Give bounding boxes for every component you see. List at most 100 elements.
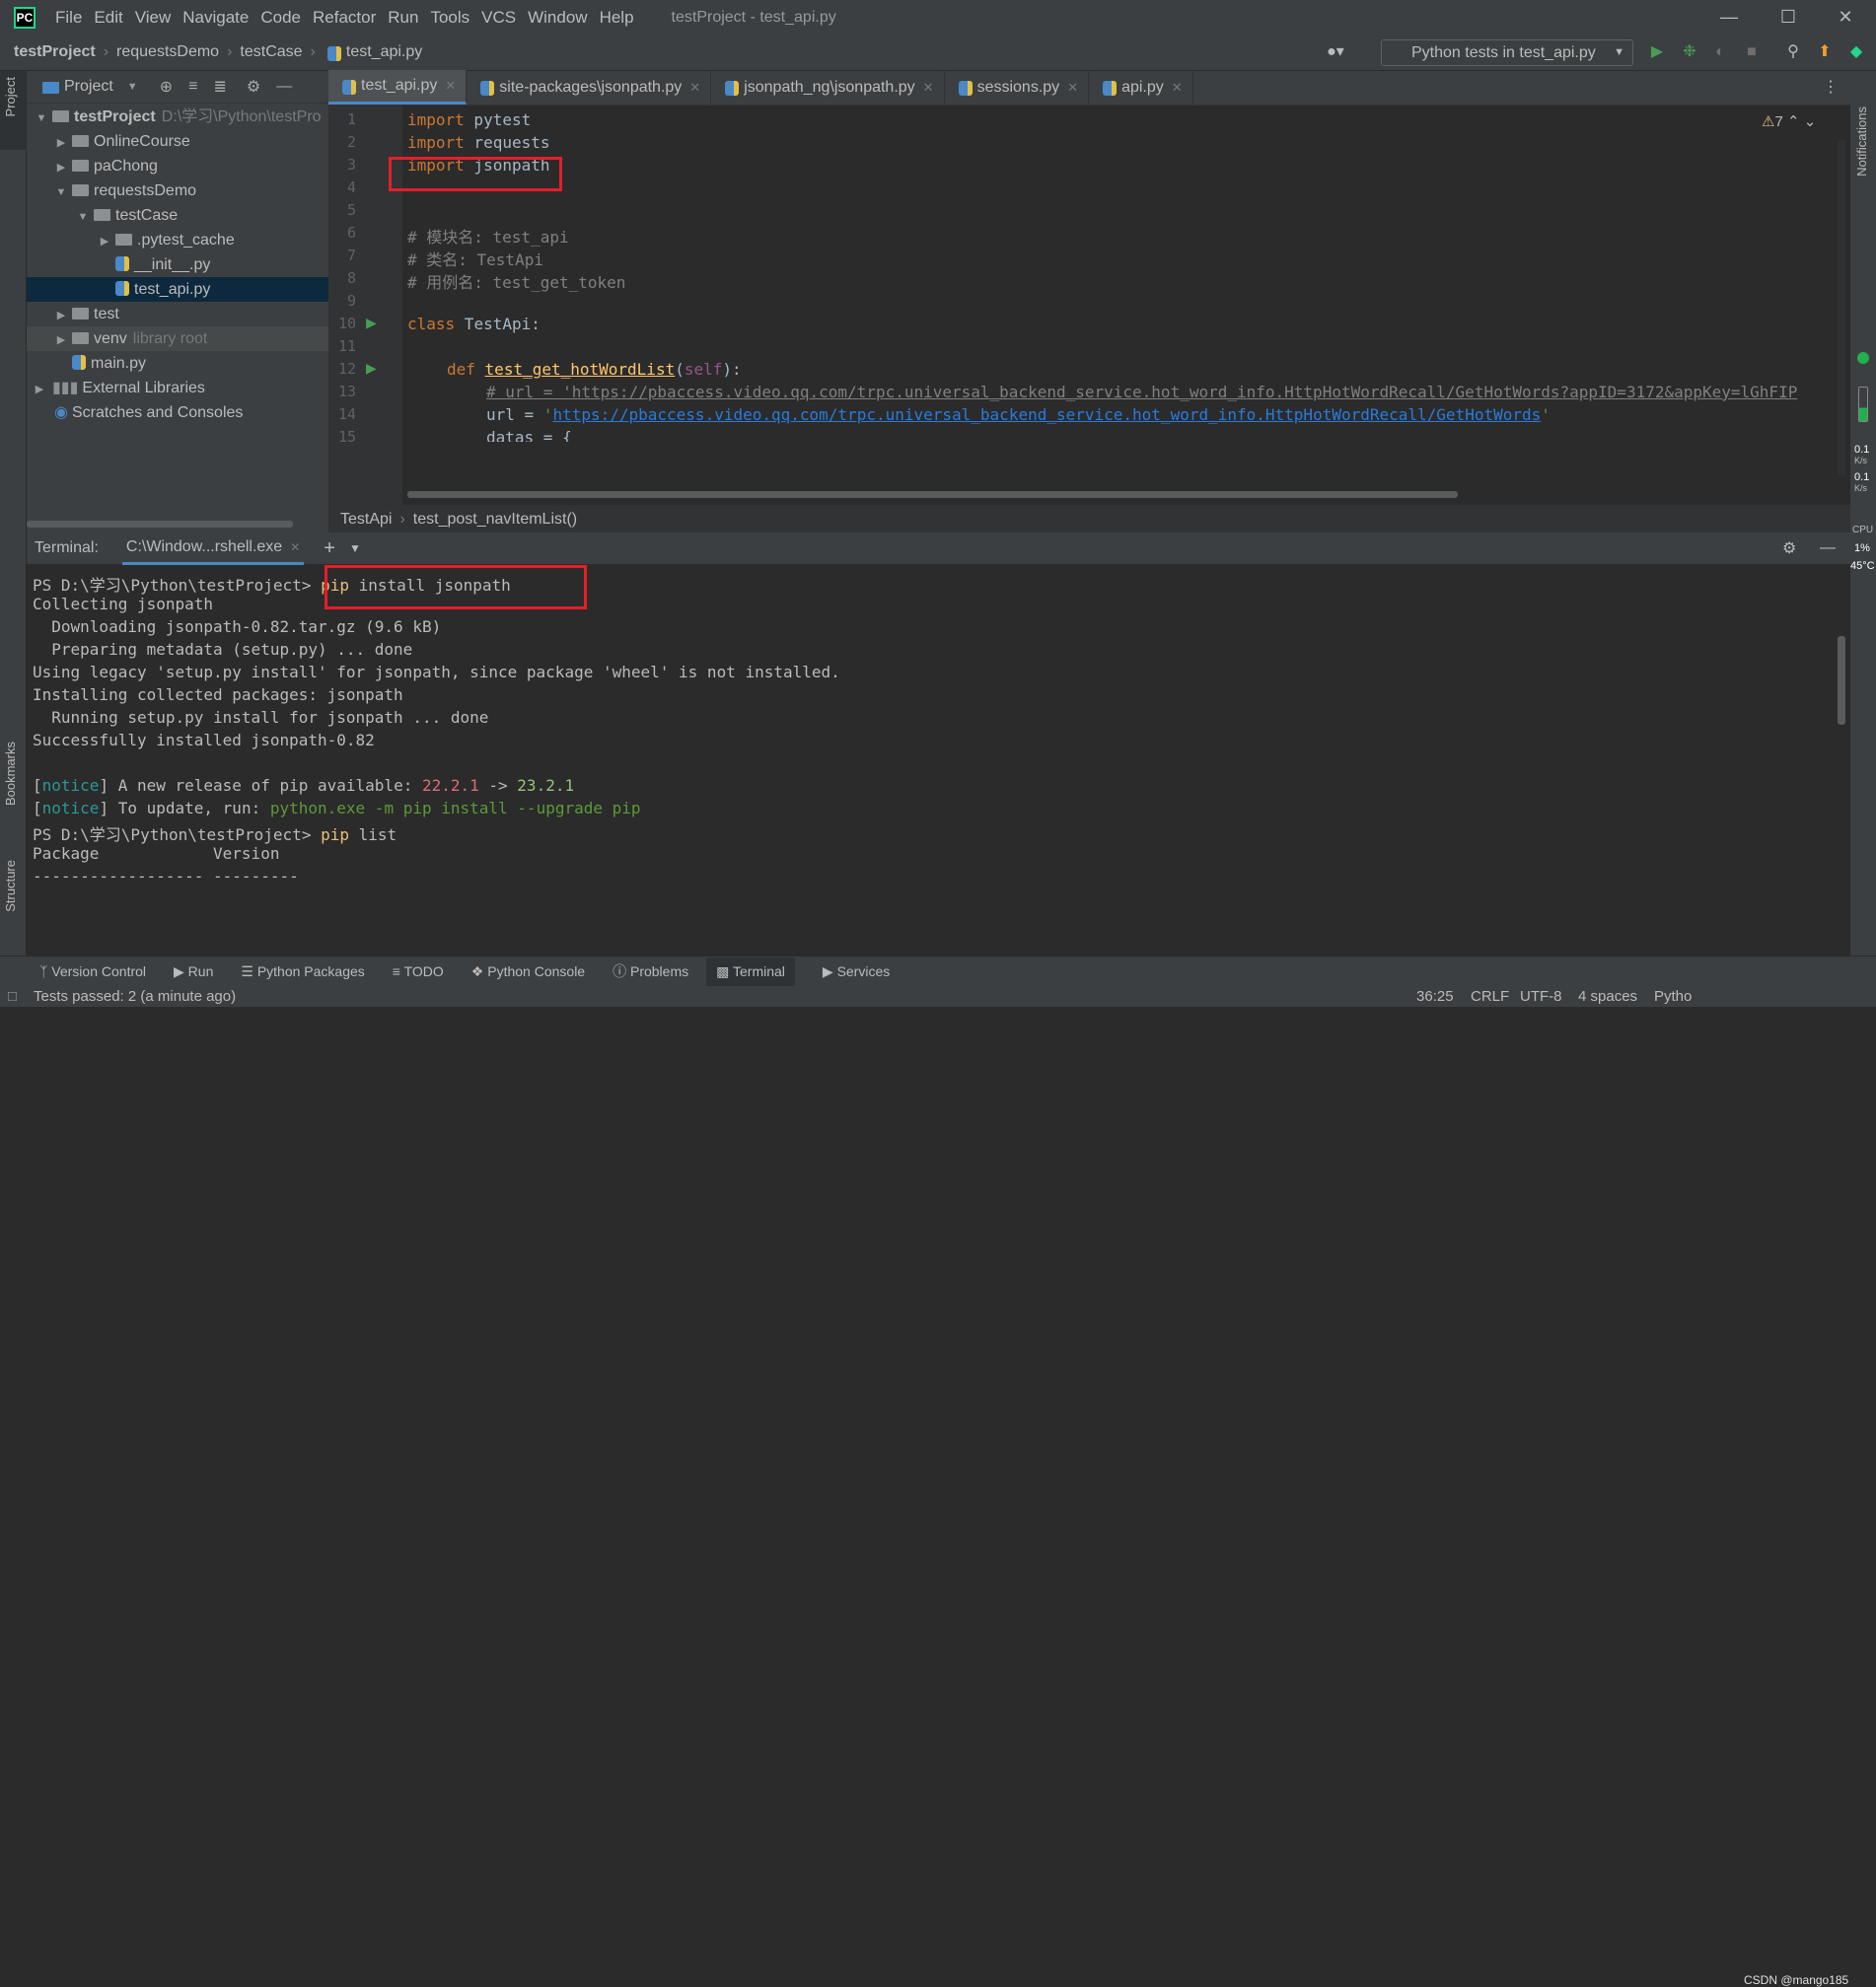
tool-problems[interactable]: ⓘ Problems: [613, 961, 688, 981]
tree-item-onlinecourse[interactable]: ▶ OnlineCourse: [27, 129, 328, 154]
tree-item-requestsdemo[interactable]: ▼ requestsDemo: [27, 178, 328, 203]
breadcrumb-requestsdemo[interactable]: requestsDemo: [116, 43, 219, 61]
file-encoding[interactable]: UTF-8: [1520, 986, 1562, 1007]
tree-item-test[interactable]: ▶ test: [27, 302, 328, 326]
run-icon[interactable]: ▶: [1647, 42, 1667, 62]
menu-view[interactable]: View: [129, 8, 178, 28]
chevron-down-icon[interactable]: ⌄: [1804, 113, 1817, 130]
tab-jsonpath-ng[interactable]: jsonpath_ng\jsonpath.py ✕: [711, 70, 945, 105]
run-configuration-select[interactable]: Python tests in test_api.py ▼: [1381, 39, 1633, 66]
chevron-right-icon[interactable]: ▶: [54, 156, 68, 178]
warning-count[interactable]: ⚠7 ⌃ ⌄: [1762, 112, 1816, 130]
close-tab-icon[interactable]: ✕: [689, 80, 700, 96]
tab-sessions[interactable]: sessions.py ✕: [945, 70, 1090, 105]
collapse-all-icon[interactable]: ≣: [213, 77, 226, 97]
add-icon[interactable]: +: [324, 537, 335, 560]
chevron-down-icon[interactable]: ▼: [35, 106, 48, 129]
more-tabs-icon[interactable]: ⋮: [1823, 77, 1839, 97]
run-gutter-icon[interactable]: ▶: [366, 315, 377, 331]
tree-item-testproject[interactable]: ▼ testProject D:\学习\Python\testPro: [27, 105, 328, 129]
tool-run[interactable]: ▶ Run: [174, 963, 213, 980]
tree-item-pachong[interactable]: ▶ paChong: [27, 154, 328, 178]
tree-item-init[interactable]: __init__.py: [27, 252, 328, 277]
editor-horizontal-scrollbar[interactable]: [407, 491, 1458, 498]
tab-test-api[interactable]: test_api.py ✕: [328, 70, 468, 105]
chevron-down-icon[interactable]: ▼: [76, 205, 90, 228]
notifications-tool-tab[interactable]: Notifications: [1854, 106, 1869, 177]
chevron-right-icon[interactable]: ▶: [54, 304, 68, 326]
coverage-icon[interactable]: ◐: [1710, 42, 1730, 62]
debug-icon[interactable]: ❉: [1680, 42, 1699, 62]
tool-todo[interactable]: ≡ TODO: [393, 963, 444, 979]
chevron-right-icon[interactable]: ▶: [98, 230, 111, 252]
menu-help[interactable]: Help: [594, 8, 640, 28]
locate-icon[interactable]: ⊕: [160, 77, 173, 97]
tree-item-main[interactable]: main.py: [27, 351, 328, 376]
gear-icon[interactable]: ⚙: [1782, 538, 1796, 558]
terminal-tab[interactable]: C:\Window...rshell.exe ✕: [121, 532, 305, 565]
chevron-right-icon[interactable]: ▶: [54, 131, 68, 154]
tool-services[interactable]: ▶ Services: [823, 963, 890, 980]
expand-all-icon[interactable]: ≡: [188, 78, 197, 96]
search-icon[interactable]: ⚲: [1783, 42, 1803, 62]
chevron-down-icon[interactable]: ▼: [54, 180, 68, 203]
close-tab-icon[interactable]: ✕: [445, 78, 456, 94]
breadcrumb-class[interactable]: TestApi: [340, 511, 392, 529]
breadcrumb-method[interactable]: test_post_navItemList(): [413, 511, 577, 529]
terminal-scrollbar[interactable]: [1838, 636, 1845, 725]
structure-tool-tab[interactable]: Structure: [3, 860, 18, 912]
tree-item-test-api[interactable]: test_api.py: [27, 277, 328, 302]
breadcrumb-project[interactable]: testProject: [14, 43, 96, 61]
close-tab-icon[interactable]: ✕: [923, 80, 934, 96]
tree-item-testcase[interactable]: ▼ testCase: [27, 203, 328, 228]
plugin-icon[interactable]: ◆: [1846, 42, 1866, 62]
chevron-down-icon[interactable]: ▼: [127, 81, 138, 93]
minimize-icon[interactable]: —: [1700, 0, 1758, 35]
tab-api[interactable]: api.py ✕: [1089, 70, 1193, 105]
tree-item-pytest-cache[interactable]: ▶ .pytest_cache: [27, 228, 328, 252]
indent-setting[interactable]: 4 spaces: [1578, 986, 1637, 1007]
breadcrumb-file[interactable]: test_api.py: [346, 43, 422, 61]
menu-edit[interactable]: Edit: [88, 8, 128, 28]
menu-vcs[interactable]: VCS: [475, 8, 522, 28]
chevron-right-icon[interactable]: ▶: [54, 328, 68, 351]
hide-icon[interactable]: —: [1820, 539, 1836, 557]
status-message[interactable]: Tests passed: 2 (a minute ago): [34, 988, 236, 1005]
close-icon[interactable]: ✕: [1817, 0, 1874, 35]
project-tool-tab[interactable]: Project: [3, 77, 18, 116]
menu-code[interactable]: Code: [254, 8, 307, 28]
menu-tools[interactable]: Tools: [424, 8, 475, 28]
url-link[interactable]: https://pbaccess.video.qq.com/trpc.unive…: [552, 405, 1541, 424]
hide-icon[interactable]: —: [276, 78, 292, 96]
menu-refactor[interactable]: Refactor: [307, 8, 382, 28]
menu-navigate[interactable]: Navigate: [177, 8, 254, 28]
tool-terminal[interactable]: ▩ Terminal: [706, 957, 795, 986]
chevron-right-icon[interactable]: ▶: [33, 378, 46, 400]
tree-item-scratches[interactable]: ◉ Scratches and Consoles: [27, 400, 328, 425]
update-icon[interactable]: ⬆: [1815, 42, 1835, 62]
chevron-up-icon[interactable]: ⌃: [1787, 113, 1800, 130]
close-tab-icon[interactable]: ✕: [290, 540, 300, 554]
tool-python-console[interactable]: ❖ Python Console: [471, 963, 585, 980]
tree-item-external-libraries[interactable]: ▶ ▮▮▮ External Libraries: [27, 376, 328, 400]
breadcrumb-testcase[interactable]: testCase: [240, 43, 302, 61]
tree-item-venv[interactable]: ▶ venv library root: [27, 326, 328, 351]
caret-position[interactable]: 36:25: [1416, 986, 1454, 1007]
maximize-icon[interactable]: ☐: [1760, 0, 1817, 35]
tool-python-packages[interactable]: ☰ Python Packages: [241, 963, 364, 980]
line-separator[interactable]: CRLF: [1471, 986, 1509, 1007]
tab-site-packages-jsonpath[interactable]: site-packages\jsonpath.py ✕: [467, 70, 712, 105]
tool-version-control[interactable]: ᛉ Version Control: [39, 963, 146, 979]
stop-icon[interactable]: ■: [1742, 42, 1762, 62]
editor-scrollbar[interactable]: [1838, 140, 1845, 475]
gear-icon[interactable]: ⚙: [247, 77, 260, 97]
horizontal-scrollbar[interactable]: [27, 521, 293, 528]
layout-icon[interactable]: □: [8, 988, 17, 1005]
chevron-down-icon[interactable]: ▼: [349, 541, 361, 555]
user-icon[interactable]: ●▾: [1326, 42, 1345, 62]
bookmarks-tool-tab[interactable]: Bookmarks: [3, 742, 18, 806]
interpreter[interactable]: Pytho: [1654, 986, 1692, 1007]
close-tab-icon[interactable]: ✕: [1067, 80, 1078, 96]
menu-window[interactable]: Window: [522, 8, 593, 28]
run-gutter-icon[interactable]: ▶: [366, 360, 377, 377]
